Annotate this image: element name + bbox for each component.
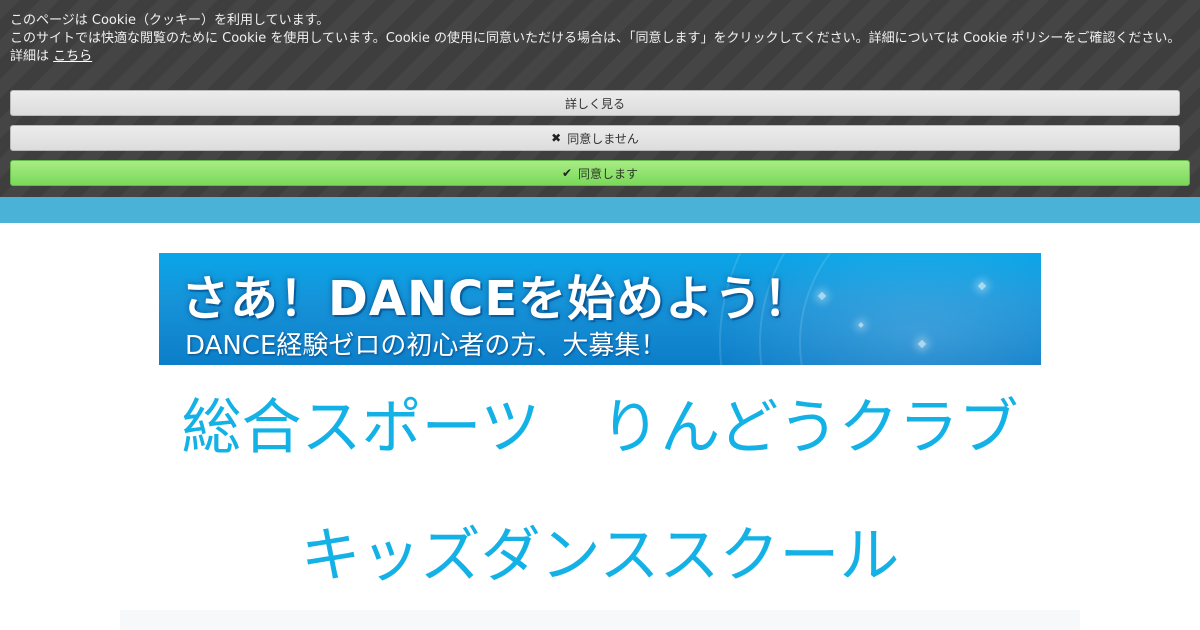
check-icon: ✔ bbox=[561, 166, 573, 180]
school-name-heading: キッズダンススクール bbox=[300, 521, 900, 591]
more-details-label: 詳しく見る bbox=[564, 96, 625, 111]
accept-button[interactable]: ✔ 同意します bbox=[10, 160, 1190, 186]
decline-button[interactable]: ✖ 同意しません bbox=[10, 125, 1180, 151]
cookie-message-title: このページは Cookie（クッキー）を利用しています。 bbox=[10, 13, 330, 28]
close-icon: ✖ bbox=[551, 131, 562, 145]
decorative-arc bbox=[799, 253, 1041, 365]
cookie-consent-banner: このページは Cookie（クッキー）を利用しています。 このサイトでは快適な閲… bbox=[0, 0, 1200, 197]
cookie-details-link[interactable]: こちら bbox=[53, 49, 92, 64]
content-panel bbox=[120, 610, 1080, 630]
header-nav-bar bbox=[0, 197, 1200, 223]
cookie-details-prefix: 詳細は bbox=[10, 49, 50, 64]
hero-banner: さあ！DANCEを始めよう！ DANCE経験ゼロの初心者の方、大募集！ bbox=[159, 253, 1041, 365]
cookie-message-body: このサイトでは快適な閲覧のために Cookie を使用しています。Cookie … bbox=[10, 31, 1181, 46]
cookie-message: このページは Cookie（クッキー）を利用しています。 このサイトでは快適な閲… bbox=[10, 12, 1190, 66]
more-details-button[interactable]: 詳しく見る bbox=[10, 90, 1180, 116]
decline-label: 同意しません bbox=[567, 131, 639, 146]
cookie-details-line: 詳細は こちら bbox=[10, 48, 1190, 66]
club-name-heading: 総合スポーツ りんどうクラブ bbox=[181, 393, 1019, 463]
hero-subtitle: DANCE経験ゼロの初心者の方、大募集！ bbox=[185, 331, 667, 361]
accept-label: 同意します bbox=[578, 166, 639, 181]
hero-title: さあ！DANCEを始めよう！ bbox=[181, 271, 813, 327]
